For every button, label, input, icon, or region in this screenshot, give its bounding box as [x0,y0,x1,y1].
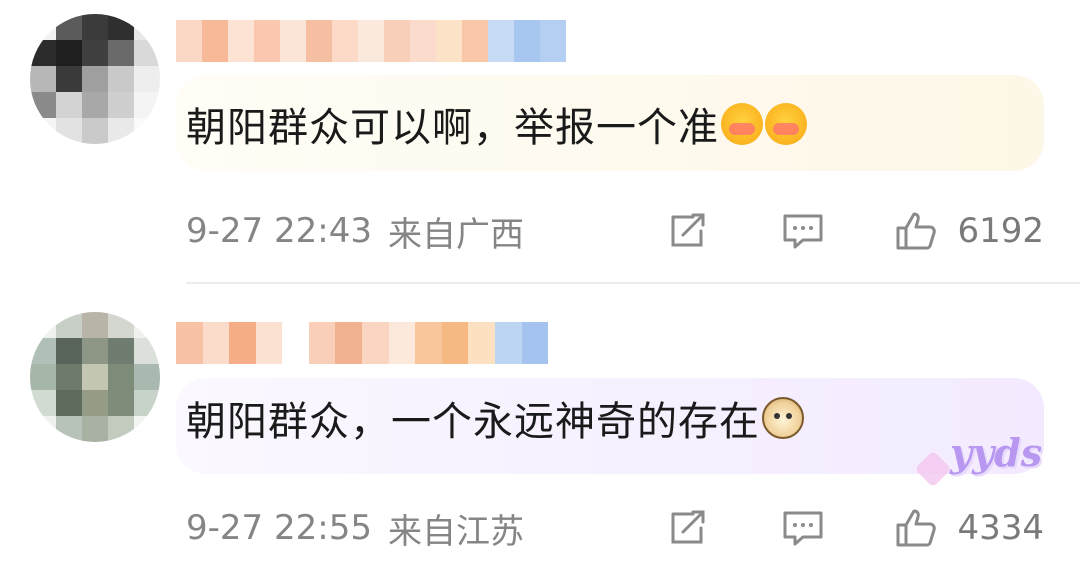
username-blurred[interactable] [176,20,566,62]
comment-text-content: 朝阳群众可以啊，举报一个准 [186,105,719,151]
comment-text-content: 朝阳群众，一个永远神奇的存在 [186,399,760,445]
thumbs-up-icon [896,212,937,250]
heart-icon [914,450,952,488]
reply-button[interactable] [781,508,825,548]
blush-emoji [765,103,807,145]
comment-meta: 9-27 22:43 来自广西 6192 [186,206,1044,256]
like-count: 4334 [957,508,1044,548]
comment-actions: 6192 [667,206,1044,256]
thumbs-up-icon [896,509,937,547]
comment-time: 9-27 22:43 [186,211,372,251]
username-blurred[interactable] [176,322,549,364]
like-button[interactable]: 4334 [895,508,1044,548]
yyds-sticker: yyds [950,430,1043,475]
comment-icon [783,511,823,546]
comment-location: 来自江苏 [387,511,524,552]
comment-location: 来自广西 [387,214,524,255]
comment-icon [783,214,823,249]
comment-time: 9-27 22:55 [186,508,372,548]
comment-text: 朝阳群众，一个永远神奇的存在 [186,388,804,448]
share-button[interactable] [667,211,711,251]
share-icon [671,510,705,544]
share-icon [671,213,705,247]
comment-meta: 9-27 22:55 来自江苏 4334 [186,503,1044,553]
like-count: 6192 [957,211,1044,251]
comment-item: yyds 朝阳群众，一个永远神奇的存在 9-27 22:55 来自江苏 4334 [0,290,1080,572]
like-button[interactable]: 6192 [895,211,1044,251]
comment-text: 朝阳群众可以啊，举报一个准 [186,94,807,154]
avatar[interactable] [30,312,160,442]
cat-emoji [762,397,804,439]
reply-button[interactable] [781,211,825,251]
blush-emoji [721,103,763,145]
yyds-decoration: yyds [914,430,1043,490]
comment-actions: 4334 [667,503,1044,553]
divider [186,282,1080,284]
avatar[interactable] [30,14,160,144]
share-button[interactable] [667,508,711,548]
comment-item: 朝阳群众可以啊，举报一个准 9-27 22:43 来自广西 6192 [0,0,1080,282]
